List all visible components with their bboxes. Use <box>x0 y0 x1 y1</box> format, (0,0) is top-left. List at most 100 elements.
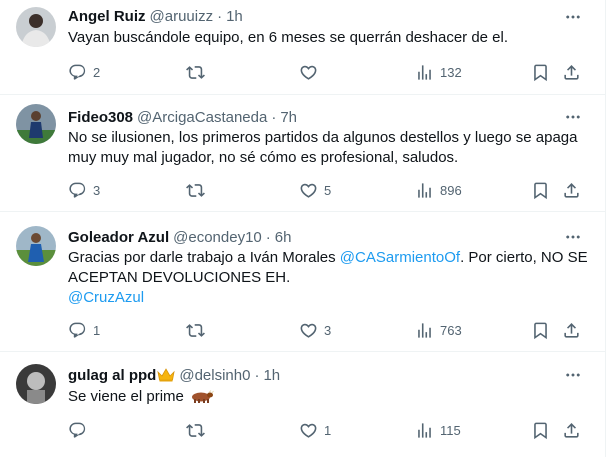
tweet[interactable]: Angel Ruiz @aruuizz · 1h Vayan buscándol… <box>0 0 605 95</box>
views-chart-icon <box>415 321 434 340</box>
tweet-header: Fideo308 @ArcigaCastaneda · 7h <box>68 107 297 127</box>
avatar[interactable] <box>16 364 56 404</box>
bookmark-button[interactable] <box>531 176 550 204</box>
display-name[interactable]: Angel Ruiz <box>68 8 146 25</box>
more-options-button[interactable] <box>563 107 583 127</box>
share-button[interactable] <box>562 316 581 344</box>
like-count: 5 <box>324 182 332 198</box>
retweet-icon <box>186 321 205 340</box>
tweet-header: Angel Ruiz @aruuizz · 1h <box>68 6 243 26</box>
share-icon <box>562 421 581 440</box>
retweet-button[interactable] <box>186 176 205 204</box>
display-name[interactable]: gulag al ppd <box>68 367 156 384</box>
reply-icon <box>68 321 87 340</box>
reply-icon <box>68 181 87 200</box>
views-button[interactable]: 896 <box>415 176 462 204</box>
user-handle[interactable]: @aruuizz <box>150 8 214 25</box>
bookmark-icon <box>531 63 550 82</box>
more-options-button[interactable] <box>563 7 583 27</box>
reply-count: 2 <box>93 64 101 80</box>
like-button[interactable]: 3 <box>299 316 331 344</box>
reply-icon <box>68 63 87 82</box>
more-dots-icon <box>564 108 582 126</box>
bookmark-icon <box>531 181 550 200</box>
ox-emoji <box>191 390 214 403</box>
separator-dot: · <box>254 366 260 384</box>
tweet-text: Se viene el prime <box>68 387 588 407</box>
tweet[interactable]: Fideo308 @ArcigaCastaneda · 7h No se ilu… <box>0 95 605 212</box>
timestamp[interactable]: 6h <box>275 229 292 246</box>
share-button[interactable] <box>562 176 581 204</box>
retweet-icon <box>186 181 205 200</box>
bookmark-button[interactable] <box>531 416 550 444</box>
share-button[interactable] <box>562 416 581 444</box>
heart-icon <box>299 63 318 82</box>
bookmark-icon <box>531 421 550 440</box>
bookmark-icon <box>531 321 550 340</box>
reply-button[interactable]: 1 <box>68 316 100 344</box>
mention-link[interactable]: @CruzAzul <box>68 289 144 306</box>
user-handle[interactable]: @econdey10 <box>173 229 262 246</box>
share-icon <box>562 63 581 82</box>
tweet-header: Goleador Azul @econdey10 · 6h <box>68 227 291 247</box>
reply-icon <box>68 421 87 440</box>
retweet-button[interactable] <box>186 58 205 86</box>
more-options-button[interactable] <box>563 227 583 247</box>
views-count: 896 <box>440 182 462 198</box>
views-count: 132 <box>440 64 462 80</box>
reply-button[interactable]: 3 <box>68 176 100 204</box>
reply-count: 1 <box>93 322 101 338</box>
share-icon <box>562 181 581 200</box>
action-bar: 2 132 <box>58 58 588 86</box>
more-dots-icon <box>564 366 582 384</box>
heart-icon <box>299 181 318 200</box>
mention-link[interactable]: @CASarmientoOf <box>340 249 460 266</box>
views-button[interactable]: 763 <box>415 316 462 344</box>
retweet-button[interactable] <box>186 316 205 344</box>
tweet-header: gulag al ppd @delsinh0 · 1h <box>68 365 280 385</box>
views-button[interactable]: 132 <box>415 58 462 86</box>
more-options-button[interactable] <box>563 365 583 385</box>
tweet-text: Vayan buscándole equipo, en 6 meses se q… <box>68 29 509 46</box>
share-icon <box>562 321 581 340</box>
bookmark-button[interactable] <box>531 58 550 86</box>
user-handle[interactable]: @delsinh0 <box>179 367 250 384</box>
views-button[interactable]: 115 <box>415 416 461 444</box>
tweet[interactable]: gulag al ppd @delsinh0 · 1h Se viene el … <box>0 352 605 457</box>
views-chart-icon <box>415 63 434 82</box>
crown-emoji <box>157 368 175 382</box>
share-button[interactable] <box>562 58 581 86</box>
like-count: 3 <box>324 322 332 338</box>
action-bar: 1 3 763 <box>58 316 588 344</box>
avatar[interactable] <box>16 7 56 47</box>
separator-dot: · <box>265 228 271 246</box>
display-name[interactable]: Fideo308 <box>68 109 133 126</box>
retweet-button[interactable] <box>186 416 205 444</box>
views-count: 115 <box>440 422 461 438</box>
reply-button[interactable]: 2 <box>68 58 100 86</box>
avatar[interactable] <box>16 104 56 144</box>
views-chart-icon <box>415 181 434 200</box>
views-count: 763 <box>440 322 462 338</box>
action-bar: 3 5 896 <box>58 176 588 204</box>
tweet-text: No se ilusionen, los primeros partidos d… <box>68 129 578 166</box>
like-count: 1 <box>324 422 332 438</box>
tweet-text-part: Gracias por darle trabajo a Iván Morales <box>68 249 340 266</box>
separator-dot: · <box>217 7 223 25</box>
reply-button[interactable] <box>68 416 87 444</box>
avatar[interactable] <box>16 226 56 266</box>
views-chart-icon <box>415 421 434 440</box>
timestamp[interactable]: 7h <box>280 109 297 126</box>
action-bar: 1 115 <box>58 416 588 444</box>
user-handle[interactable]: @ArcigaCastaneda <box>137 109 267 126</box>
like-button[interactable]: 5 <box>299 176 331 204</box>
timestamp[interactable]: 1h <box>226 8 243 25</box>
display-name[interactable]: Goleador Azul <box>68 229 169 246</box>
tweet-text-part: Se viene el prime <box>68 388 184 405</box>
heart-icon <box>299 321 318 340</box>
tweet[interactable]: Goleador Azul @econdey10 · 6h Gracias po… <box>0 212 605 352</box>
bookmark-button[interactable] <box>531 316 550 344</box>
timestamp[interactable]: 1h <box>263 367 280 384</box>
like-button[interactable]: 1 <box>299 416 331 444</box>
like-button[interactable] <box>299 58 318 86</box>
